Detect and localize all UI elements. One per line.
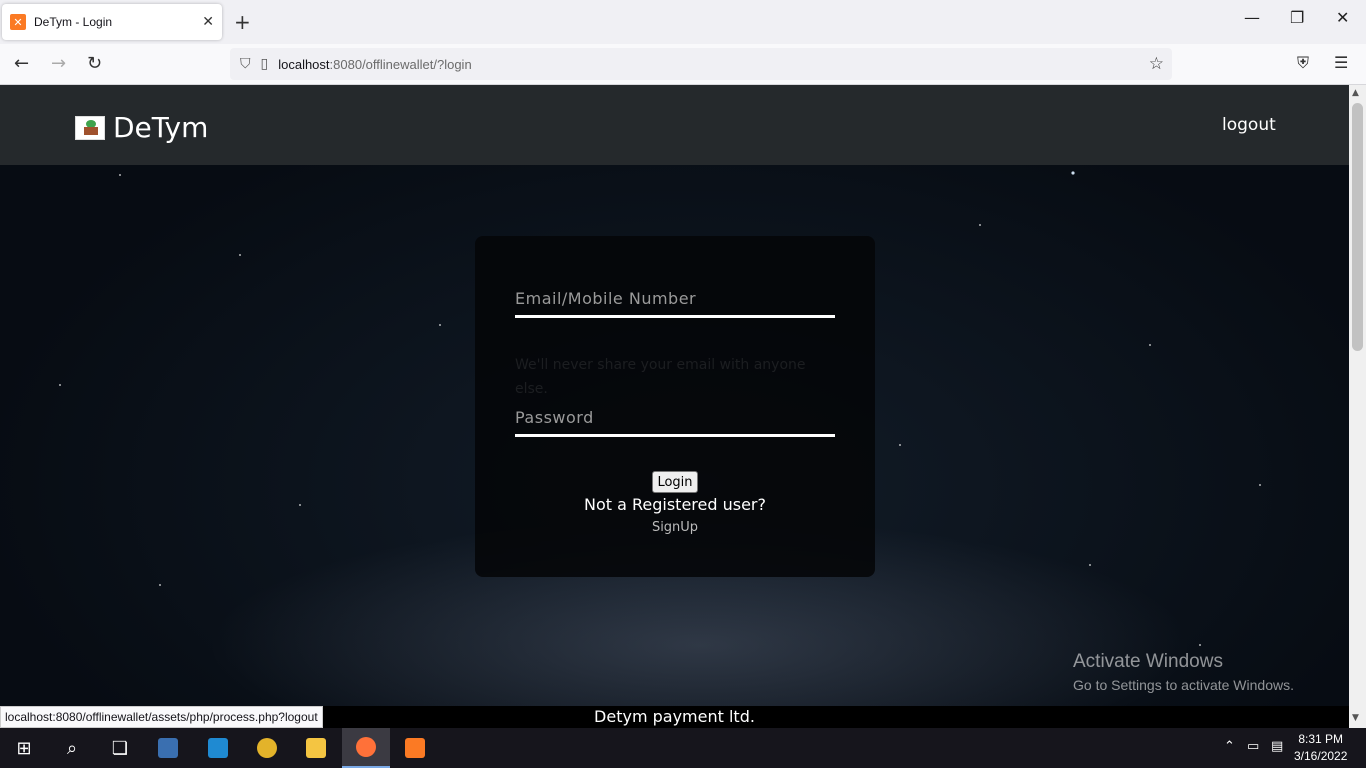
page-icon: ▯ — [260, 56, 269, 72]
password-field-wrapper — [515, 401, 835, 437]
forward-icon[interactable]: → — [51, 53, 66, 74]
not-registered-text: Not a Registered user? — [583, 495, 766, 514]
scroll-up-icon[interactable]: ▲ — [1352, 88, 1359, 98]
chrome-icon[interactable] — [243, 728, 291, 768]
site-header: DeTym logout — [0, 85, 1349, 165]
tab-close-icon[interactable]: ✕ — [202, 14, 214, 30]
pocket-icon[interactable]: ⛨ — [1297, 53, 1309, 73]
shield-icon[interactable]: ⛉ — [240, 56, 251, 72]
logo-icon — [75, 115, 105, 140]
url-text[interactable]: localhost:8080/offlinewallet/?login — [278, 57, 471, 72]
firefox-icon[interactable] — [342, 728, 390, 768]
login-card: We'll never share your email with anyone… — [475, 236, 875, 577]
email-field-wrapper — [515, 282, 835, 318]
watermark-title: Activate Windows — [1073, 651, 1223, 672]
browser-nav-bar: ← → ↻ ⛉ ▯ localhost:8080/offlinewallet/?… — [0, 44, 1366, 85]
network-icon[interactable]: ▤ — [1271, 739, 1283, 754]
email-helper-text: We'll never share your email with anyone… — [515, 357, 806, 397]
scroll-thumb[interactable] — [1352, 103, 1363, 351]
task-view-icon[interactable]: ❏ — [96, 728, 144, 768]
brand[interactable]: DeTym — [75, 111, 208, 144]
taskbar-clock[interactable]: 8:31 PM 3/16/2022 — [1294, 731, 1347, 765]
signup-link[interactable]: SignUp — [475, 520, 875, 535]
browser-tab[interactable]: ✕ DeTym - Login ✕ — [2, 4, 222, 40]
xampp-icon[interactable] — [391, 728, 439, 768]
window-close-icon[interactable]: ✕ — [1336, 8, 1349, 27]
windows-start-icon[interactable]: ⊞ — [0, 728, 48, 768]
clock-date: 3/16/2022 — [1294, 749, 1348, 763]
login-button[interactable]: Login — [652, 471, 698, 493]
virtualbox-icon[interactable] — [144, 728, 192, 768]
address-bar[interactable]: ⛉ ▯ localhost:8080/offlinewallet/?login … — [230, 48, 1172, 80]
browser-tab-bar: ✕ DeTym - Login ✕ + — ❐ ✕ — [0, 0, 1366, 44]
new-tab-icon[interactable]: + — [234, 10, 251, 34]
page-viewport: DeTym logout We'll never share your emai… — [0, 85, 1349, 706]
activate-windows-watermark: Activate Windows Go to Settings to activ… — [1073, 651, 1294, 693]
search-icon[interactable]: ⌕ — [48, 728, 96, 768]
status-bar-url: localhost:8080/offlinewallet/assets/php/… — [0, 706, 323, 728]
minimize-icon[interactable]: — — [1244, 8, 1260, 27]
page-scrollbar[interactable]: ▲ ▼ — [1349, 85, 1366, 728]
clock-time: 8:31 PM — [1298, 732, 1344, 746]
tab-title: DeTym - Login — [34, 15, 113, 29]
menu-icon[interactable]: ☰ — [1334, 53, 1348, 72]
bookmark-star-icon[interactable]: ☆ — [1149, 54, 1164, 74]
xampp-favicon-icon: ✕ — [10, 14, 26, 30]
vscode-icon[interactable] — [194, 728, 242, 768]
windows-taskbar: ⊞ ⌕ ❏ ⌃ ▭ ▤ 8:31 PM 3/16/2022 — [0, 728, 1366, 768]
tray-chevron-icon[interactable]: ⌃ — [1224, 739, 1235, 754]
file-explorer-icon[interactable] — [292, 728, 340, 768]
password-input[interactable] — [515, 401, 835, 437]
battery-icon[interactable]: ▭ — [1247, 739, 1259, 754]
brand-name: DeTym — [113, 111, 209, 144]
scroll-down-icon[interactable]: ▼ — [1352, 713, 1359, 723]
watermark-subtitle: Go to Settings to activate Windows. — [1073, 677, 1294, 693]
logout-link[interactable]: logout — [1222, 115, 1276, 135]
back-icon[interactable]: ← — [14, 53, 29, 74]
reload-icon[interactable]: ↻ — [87, 53, 102, 74]
restore-icon[interactable]: ❐ — [1290, 8, 1304, 27]
email-input[interactable] — [515, 282, 835, 318]
